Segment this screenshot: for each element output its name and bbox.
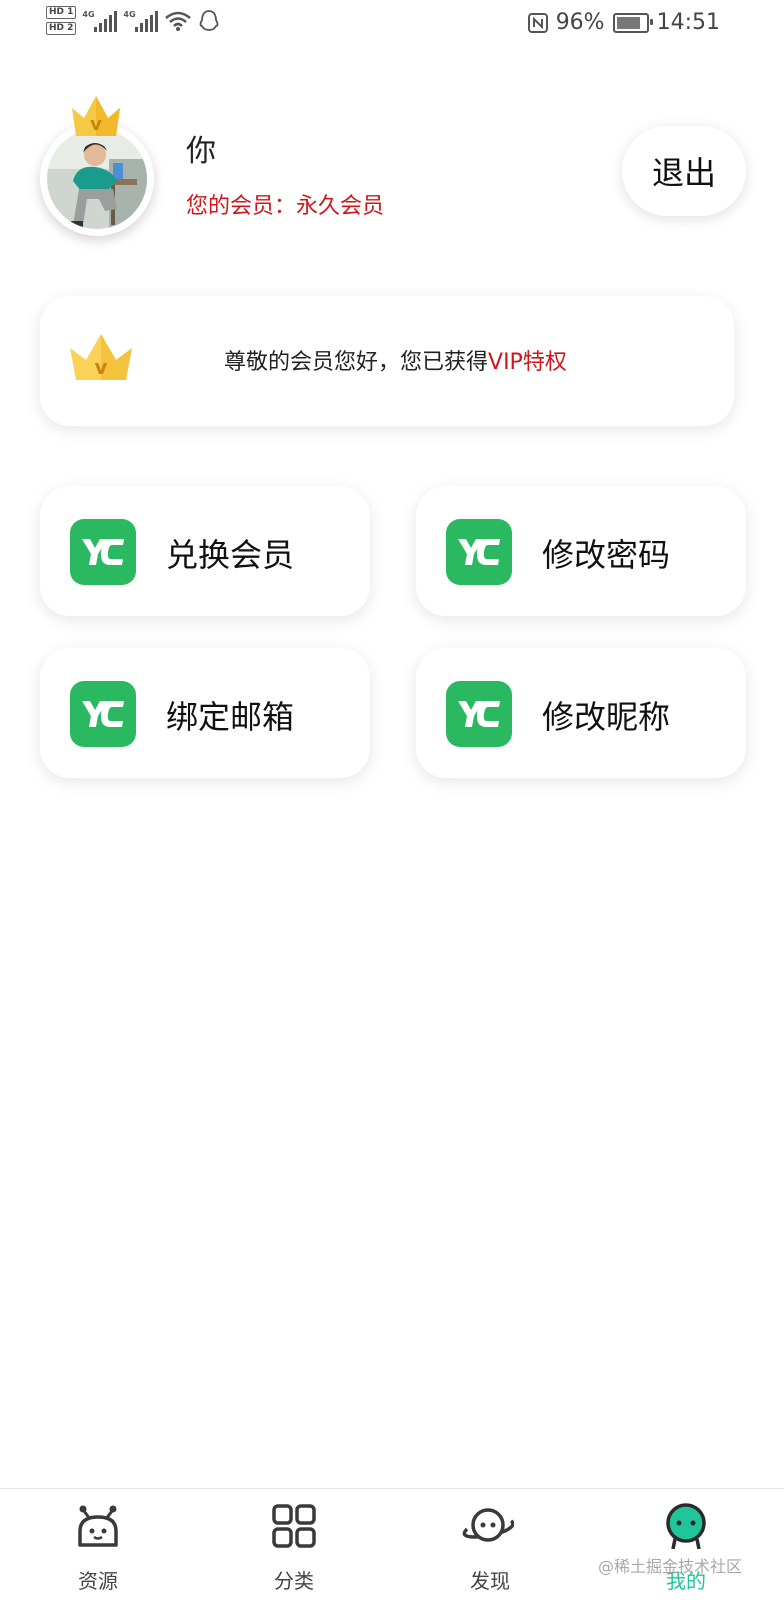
change-nickname-label: 修改昵称 <box>542 698 671 736</box>
bind-email-label: 绑定邮箱 <box>166 698 295 736</box>
change-password-button[interactable]: 修改密码 <box>416 486 746 616</box>
nav-categories-label: 分类 <box>274 1569 314 1593</box>
yc-logo-icon <box>446 519 512 585</box>
vip-crown-icon: v <box>70 334 132 380</box>
profile-header: v 你 您的会员：永久会员 退出 <box>0 90 784 250</box>
wifi-icon <box>165 11 192 31</box>
membership-status: 您的会员：永久会员 <box>186 194 385 219</box>
nfc-icon <box>527 12 548 33</box>
yc-logo-icon <box>70 519 136 585</box>
battery-fill <box>616 16 640 29</box>
hd-badges: HD 1 HD 2 <box>46 6 77 35</box>
robot-icon <box>78 1505 118 1547</box>
vip-message-text: 尊敬的会员您好，您已获得 <box>224 350 489 375</box>
nav-discover[interactable]: 发现 <box>392 1489 588 1600</box>
change-nickname-button[interactable]: 修改昵称 <box>416 648 746 778</box>
vip-privilege: VIP特权 <box>488 350 567 375</box>
yc-logo-icon <box>446 681 512 747</box>
nav-discover-label: 发现 <box>470 1569 510 1593</box>
status-bar: HD 1 HD 2 4G 4G 96% 14:51 <box>0 0 784 50</box>
battery-percent: 96% <box>555 10 605 35</box>
hd1-badge: HD 1 <box>46 6 77 19</box>
avatar-photo <box>47 129 147 229</box>
battery-icon <box>612 12 653 33</box>
clock: 14:51 <box>656 10 720 35</box>
network-1-label: 4G <box>82 9 95 19</box>
status-left: HD 1 HD 2 4G 4G <box>46 6 220 35</box>
nav-resources[interactable]: 资源 <box>0 1489 196 1600</box>
planet-icon <box>462 1508 514 1542</box>
signal-1-icon: 4G <box>82 9 118 32</box>
yc-logo-icon <box>70 681 136 747</box>
status-right: 96% 14:51 <box>527 10 720 35</box>
nav-mine[interactable]: 我的 <box>588 1489 784 1600</box>
bottom-nav: 资源 分类 发现 我的 <box>0 1488 784 1600</box>
vip-crown-letter: v <box>94 355 107 379</box>
grid-icon <box>272 1504 316 1548</box>
network-2-label: 4G <box>123 9 136 19</box>
redeem-membership-button[interactable]: 兑换会员 <box>40 486 370 616</box>
signal-2-icon: 4G <box>123 9 159 32</box>
nav-resources-label: 资源 <box>78 1569 118 1593</box>
logout-button[interactable]: 退出 <box>622 126 746 216</box>
profile-screen: HD 1 HD 2 4G 4G 96% 14:51 v 你 您的会员：永久会员 … <box>0 0 784 1600</box>
username: 你 <box>186 134 216 169</box>
redeem-membership-label: 兑换会员 <box>166 536 295 574</box>
change-password-label: 修改密码 <box>542 536 671 574</box>
crown-letter: v <box>90 114 102 135</box>
qq-icon <box>200 9 219 31</box>
profile-icon <box>666 1503 706 1549</box>
nav-categories[interactable]: 分类 <box>196 1489 392 1600</box>
watermark: @稀土掘金技术社区 <box>598 1557 743 1576</box>
bind-email-button[interactable]: 绑定邮箱 <box>40 648 370 778</box>
vip-banner: v 尊敬的会员您好，您已获得VIP特权 <box>40 296 734 426</box>
crown-icon: v <box>72 96 120 136</box>
hd2-badge: HD 2 <box>46 22 77 35</box>
vip-message: 尊敬的会员您好，您已获得VIP特权 <box>224 344 567 376</box>
